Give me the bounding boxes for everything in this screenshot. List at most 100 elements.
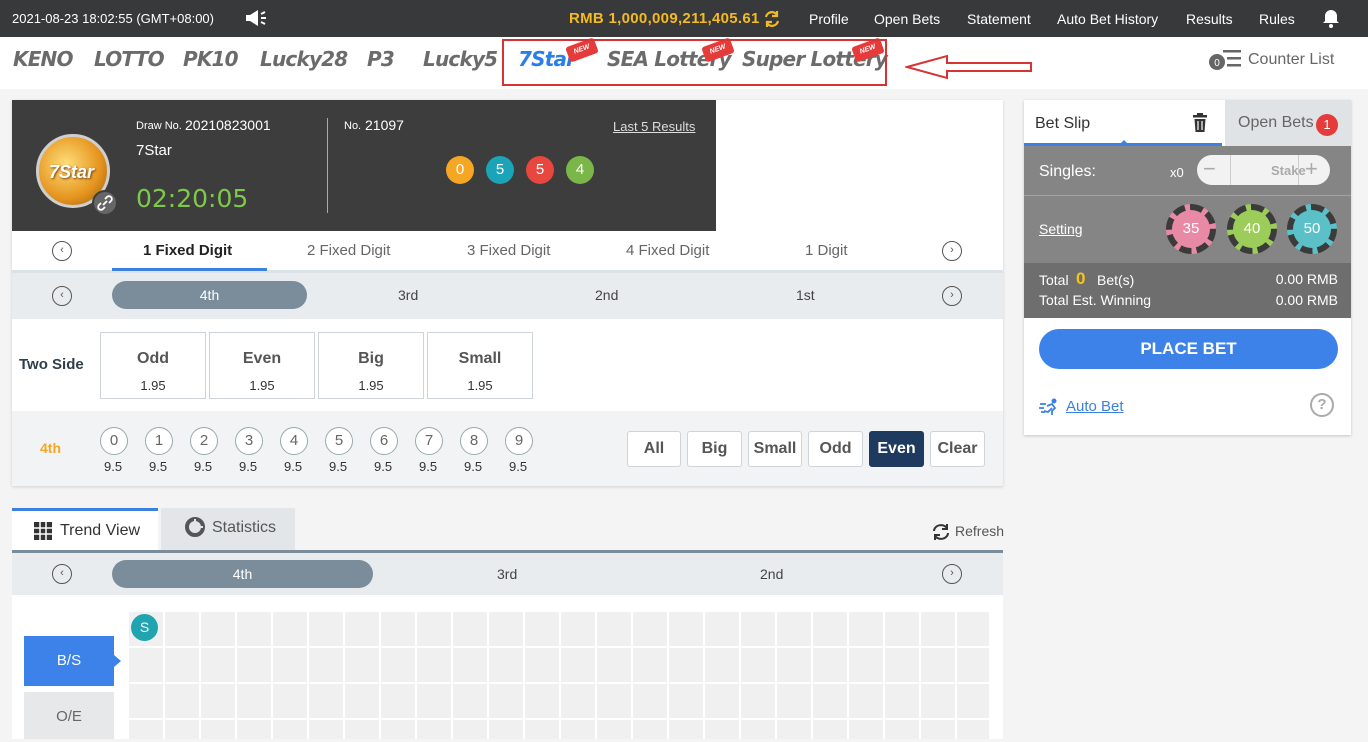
last-5-results-link[interactable]: Last 5 Results bbox=[613, 119, 695, 134]
minus-icon[interactable]: − bbox=[1203, 158, 1216, 180]
help-icon[interactable]: ? bbox=[1310, 393, 1334, 417]
option-name: Big bbox=[358, 350, 384, 367]
tab-open-bets[interactable]: Open Bets 1 bbox=[1225, 100, 1351, 146]
position-4th[interactable]: 4th bbox=[112, 281, 307, 309]
plus-icon[interactable]: + bbox=[1305, 157, 1318, 181]
quick-clear-button[interactable]: Clear bbox=[930, 431, 985, 467]
digit-ball[interactable]: 6 bbox=[370, 427, 398, 455]
quick-small-button[interactable]: Small bbox=[748, 431, 802, 467]
digit-odds: 9.5 bbox=[104, 459, 123, 474]
top-bar: 2021-08-23 18:02:55 (GMT+08:00) RMB 1,00… bbox=[0, 0, 1368, 37]
two-side-label: Two Side bbox=[19, 356, 84, 373]
nav-auto-bet-history[interactable]: Auto Bet History bbox=[1057, 11, 1158, 27]
chip-50[interactable]: 50 bbox=[1287, 204, 1337, 254]
prev-arrow-icon[interactable]: ‹ bbox=[52, 286, 72, 306]
nav-rules[interactable]: Rules bbox=[1259, 11, 1295, 27]
bet-option-odd[interactable]: Odd 1.95 bbox=[100, 332, 206, 399]
result-ball: 5 bbox=[486, 156, 514, 184]
digit-odds: 9.5 bbox=[239, 459, 258, 474]
tab-3-fixed-digit[interactable]: 3 Fixed Digit bbox=[467, 242, 550, 259]
digit-ball[interactable]: 7 bbox=[415, 427, 443, 455]
setting-link[interactable]: Setting bbox=[1039, 221, 1083, 237]
digit-ball[interactable]: 1 bbox=[145, 427, 173, 455]
game-tab-lucky28[interactable]: Lucky28 bbox=[260, 47, 348, 71]
divider bbox=[1230, 155, 1231, 185]
result-ball: 0 bbox=[446, 156, 474, 184]
tab-2-fixed-digit[interactable]: 2 Fixed Digit bbox=[307, 242, 390, 259]
digit-ball[interactable]: 0 bbox=[100, 427, 128, 455]
bet-option-big[interactable]: Big 1.95 bbox=[318, 332, 424, 399]
digit-ball[interactable]: 8 bbox=[460, 427, 488, 455]
option-odds: 1.95 bbox=[140, 378, 166, 393]
trend-position-2nd[interactable]: 2nd bbox=[760, 566, 783, 582]
singles-multiplier: x0 bbox=[1170, 165, 1184, 180]
tab-1-digit[interactable]: 1 Digit bbox=[805, 242, 848, 259]
megaphone-icon[interactable] bbox=[244, 9, 268, 27]
active-tab-underline bbox=[112, 268, 267, 271]
game-tab-p3[interactable]: P3 bbox=[367, 47, 395, 71]
quick-odd-button[interactable]: Odd bbox=[808, 431, 863, 467]
oe-trend-button[interactable]: O/E bbox=[24, 692, 114, 739]
stake-input[interactable]: Stake bbox=[1271, 163, 1306, 178]
nav-profile[interactable]: Profile bbox=[809, 11, 849, 27]
next-arrow-icon[interactable]: › bbox=[942, 286, 962, 306]
game-tab-lucky5[interactable]: Lucky5 bbox=[423, 47, 498, 71]
digit-odds: 9.5 bbox=[509, 459, 528, 474]
tab-trend-view[interactable]: Trend View bbox=[12, 508, 158, 552]
next-arrow-icon[interactable]: › bbox=[942, 241, 962, 261]
game-tab-keno[interactable]: KENO bbox=[13, 47, 73, 71]
game-tab-lotto[interactable]: LOTTO bbox=[94, 47, 165, 71]
digit-odds: 9.5 bbox=[329, 459, 348, 474]
nav-open-bets[interactable]: Open Bets bbox=[874, 11, 940, 27]
digit-odds: 9.5 bbox=[149, 459, 168, 474]
prev-arrow-icon[interactable]: ‹ bbox=[52, 564, 72, 584]
tab-statistics[interactable]: Statistics bbox=[161, 508, 295, 552]
bet-option-small[interactable]: Small 1.95 bbox=[427, 332, 533, 399]
position-tabs: ‹ 4th 3rd 2nd 1st › bbox=[12, 273, 1003, 319]
bet-type-tabs: ‹ 1 Fixed Digit 2 Fixed Digit 3 Fixed Di… bbox=[12, 231, 1003, 273]
position-2nd[interactable]: 2nd bbox=[595, 287, 618, 303]
quick-even-button[interactable]: Even bbox=[869, 431, 924, 467]
annotation-arrow-icon bbox=[905, 54, 1032, 80]
open-bets-count-badge: 1 bbox=[1316, 114, 1338, 136]
bell-icon[interactable] bbox=[1321, 8, 1341, 28]
refresh-balance-icon[interactable] bbox=[762, 9, 782, 29]
singles-row: Singles: x0 − Stake + bbox=[1024, 146, 1351, 196]
digit-odds: 9.5 bbox=[419, 459, 438, 474]
trend-mark: S bbox=[131, 614, 158, 641]
bets-label: Bet(s) bbox=[1097, 272, 1135, 288]
quick-all-button[interactable]: All bbox=[627, 431, 681, 467]
trend-position-4th[interactable]: 4th bbox=[112, 560, 373, 588]
nav-statement[interactable]: Statement bbox=[967, 11, 1031, 27]
digit-ball[interactable]: 4 bbox=[280, 427, 308, 455]
option-odds: 1.95 bbox=[467, 378, 493, 393]
digit-ball[interactable]: 2 bbox=[190, 427, 218, 455]
draw-no: 20210823001 bbox=[185, 117, 271, 133]
link-icon[interactable] bbox=[92, 190, 118, 216]
highlight-box bbox=[502, 39, 887, 86]
chip-40[interactable]: 40 bbox=[1227, 204, 1277, 254]
game-tab-pk10[interactable]: PK10 bbox=[183, 47, 239, 71]
chip-35[interactable]: 35 bbox=[1166, 204, 1216, 254]
tab-1-fixed-digit[interactable]: 1 Fixed Digit bbox=[143, 242, 232, 259]
position-1st[interactable]: 1st bbox=[796, 287, 815, 303]
option-name: Small bbox=[458, 350, 502, 367]
quick-big-button[interactable]: Big bbox=[687, 431, 742, 467]
prev-arrow-icon[interactable]: ‹ bbox=[52, 241, 72, 261]
trash-icon[interactable] bbox=[1192, 113, 1208, 133]
bet-option-even[interactable]: Even 1.95 bbox=[209, 332, 315, 399]
digit-ball[interactable]: 5 bbox=[325, 427, 353, 455]
tab-4-fixed-digit[interactable]: 4 Fixed Digit bbox=[626, 242, 709, 259]
next-arrow-icon[interactable]: › bbox=[942, 564, 962, 584]
trend-position-3rd[interactable]: 3rd bbox=[497, 566, 517, 582]
digit-ball[interactable]: 9 bbox=[505, 427, 533, 455]
tab-bet-slip[interactable]: Bet Slip bbox=[1024, 100, 1222, 146]
option-name: Even bbox=[242, 350, 282, 367]
total-amount: 0.00 RMB bbox=[1275, 271, 1338, 287]
digit-ball[interactable]: 3 bbox=[235, 427, 263, 455]
bs-trend-button[interactable]: B/S bbox=[24, 636, 121, 686]
auto-bet-link[interactable]: Auto Bet bbox=[1066, 398, 1124, 415]
place-bet-button[interactable]: PLACE BET bbox=[1039, 329, 1338, 369]
nav-results[interactable]: Results bbox=[1186, 11, 1233, 27]
position-3rd[interactable]: 3rd bbox=[398, 287, 418, 303]
